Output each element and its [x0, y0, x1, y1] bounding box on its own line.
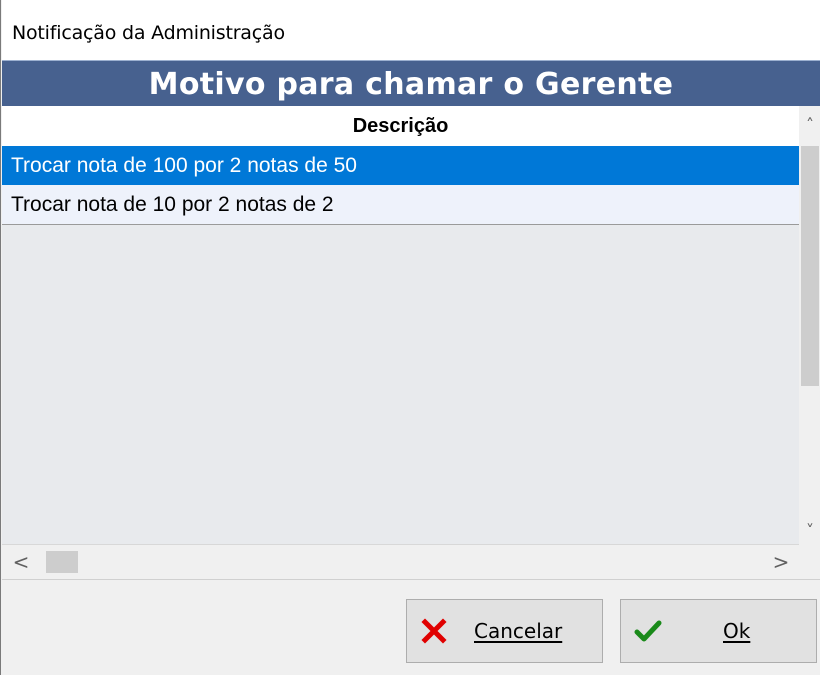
scroll-right-icon[interactable]: > [766, 545, 796, 579]
checkmark-icon [633, 616, 663, 646]
scroll-left-icon[interactable]: < [6, 545, 36, 579]
table-row[interactable]: Trocar nota de 10 por 2 notas de 2 [2, 185, 799, 225]
vertical-scrollbar[interactable]: ˄ ˅ [799, 106, 820, 544]
close-x-icon [419, 616, 449, 646]
ok-button[interactable]: Ok [620, 599, 817, 663]
scroll-down-icon[interactable]: ˅ [799, 518, 820, 542]
scroll-up-icon[interactable]: ˄ [799, 112, 820, 136]
horizontal-scroll-thumb[interactable] [46, 551, 78, 573]
cancel-button[interactable]: Cancelar [406, 599, 603, 663]
row-description: Trocar nota de 100 por 2 notas de 50 [11, 153, 357, 177]
row-description: Trocar nota de 10 por 2 notas de 2 [11, 192, 334, 216]
horizontal-scrollbar[interactable]: < > [2, 545, 799, 579]
vertical-scroll-thumb[interactable] [801, 146, 819, 386]
notification-dialog: Notificação da Administração Motivo para… [0, 0, 820, 675]
button-bar: Cancelar Ok [2, 579, 820, 675]
header-band: Motivo para chamar o Gerente [2, 60, 820, 107]
scrollbar-corner [799, 545, 820, 579]
column-header-descricao[interactable]: Descrição [2, 106, 799, 146]
column-header-label: Descrição [352, 114, 449, 137]
table-row[interactable]: Trocar nota de 100 por 2 notas de 50 [2, 146, 799, 185]
reasons-grid: Descrição Trocar nota de 100 por 2 notas… [2, 106, 799, 545]
header-title: Motivo para chamar o Gerente [148, 66, 674, 102]
ok-label: Ok [723, 619, 751, 643]
window-title: Notificação da Administração [12, 22, 285, 44]
title-bar: Notificação da Administração [2, 0, 820, 60]
cancel-label: Cancelar [474, 619, 563, 643]
